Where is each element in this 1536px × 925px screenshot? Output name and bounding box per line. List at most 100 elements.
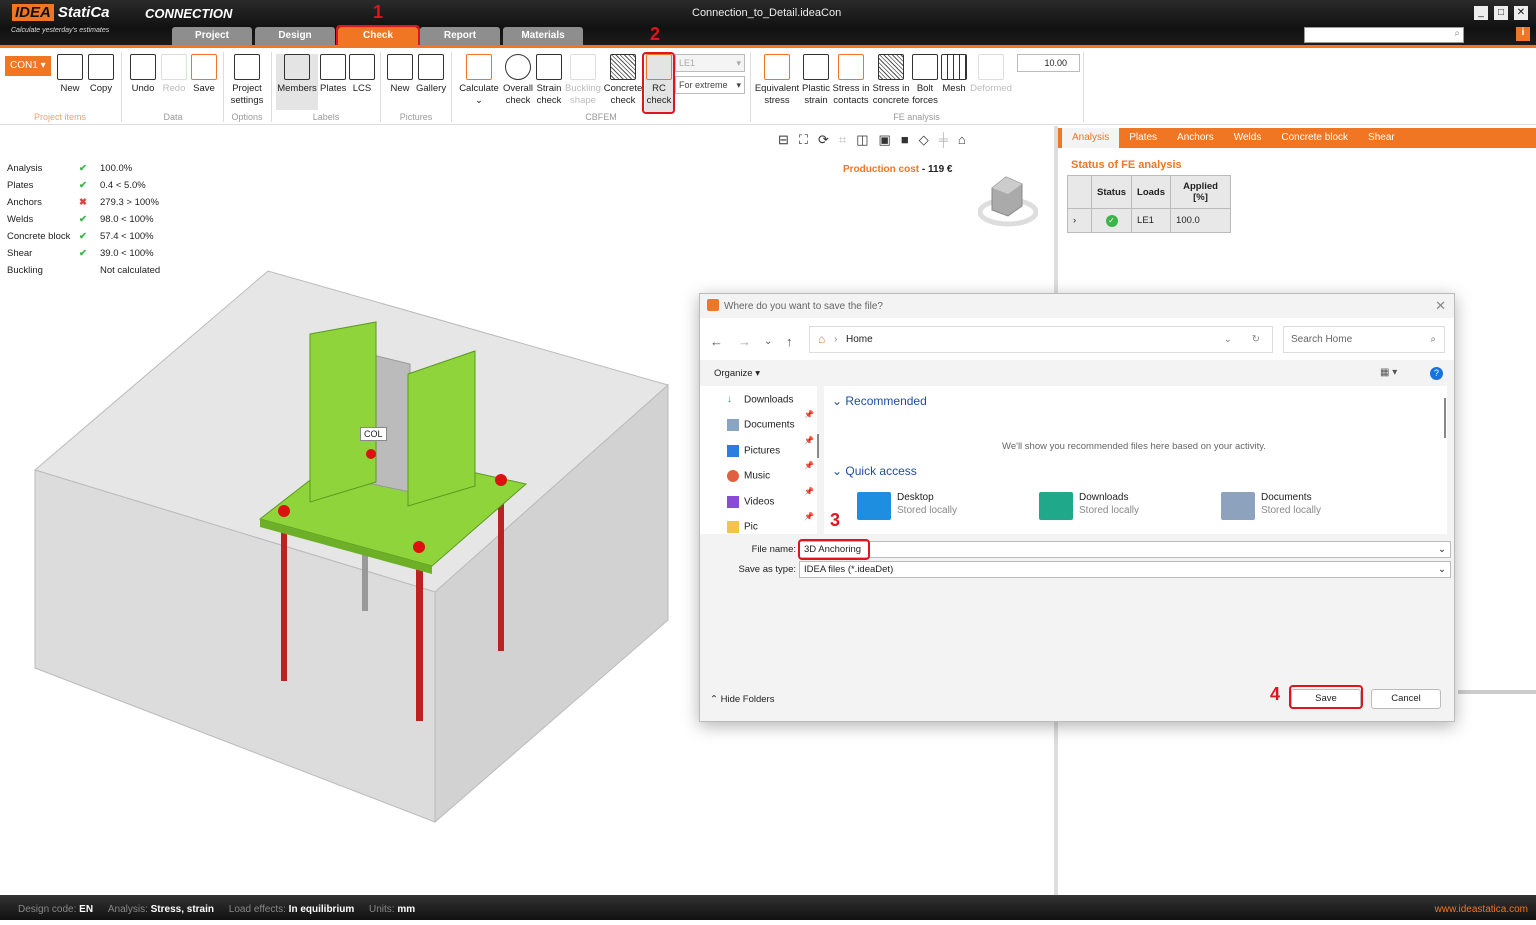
- tab-project[interactable]: Project: [172, 27, 252, 45]
- picture-icon: [727, 445, 739, 457]
- connection-selector[interactable]: CON1 ▾: [5, 56, 51, 76]
- new-item-button[interactable]: New: [57, 54, 83, 95]
- search-icon: ⌕: [1454, 28, 1460, 39]
- tab-anchors[interactable]: Anchors: [1167, 128, 1224, 148]
- status-bar: Design code: EN Analysis: Stress, strain…: [0, 895, 1536, 920]
- lcs-button[interactable]: LCS: [349, 54, 375, 95]
- stress-contacts-button[interactable]: Stress in contacts: [832, 54, 870, 107]
- save-icon: [191, 54, 217, 80]
- organize-button[interactable]: Organize ▾: [714, 368, 760, 379]
- nav-pic[interactable]: Pic: [727, 521, 758, 533]
- file-name-input[interactable]: 3D Anchoring ⌄: [799, 541, 1451, 558]
- recommended-header[interactable]: ⌄ Recommended: [832, 394, 927, 408]
- website-link[interactable]: www.ideastatica.com: [1435, 895, 1528, 925]
- members-button[interactable]: Members: [276, 54, 318, 110]
- tab-welds[interactable]: Welds: [1224, 128, 1272, 148]
- expand-icon[interactable]: ›: [1067, 208, 1092, 233]
- undo-button[interactable]: Undo: [129, 54, 157, 95]
- anchor-rod: [416, 546, 423, 721]
- search-home-input[interactable]: Search Home ⌕: [1283, 326, 1445, 353]
- picture-icon: [387, 54, 413, 80]
- scrollbar[interactable]: [1444, 398, 1446, 438]
- stress-concrete-button[interactable]: Stress in concrete: [871, 54, 911, 107]
- new-picture-button[interactable]: New: [387, 54, 413, 95]
- load-case-select[interactable]: LE1 ▾: [675, 54, 745, 72]
- concrete-check-button[interactable]: Concrete check: [603, 54, 643, 107]
- table-row[interactable]: › ✓ LE1 100.0: [1067, 208, 1232, 233]
- result-label: Analysis: [7, 163, 43, 174]
- hide-folders-button[interactable]: ⌃ Hide Folders: [710, 694, 774, 705]
- calculate-button[interactable]: Calculate ⌄: [457, 54, 501, 107]
- nav-music[interactable]: Music: [727, 470, 770, 482]
- save-type-select[interactable]: IDEA files (*.ideaDet) ⌄: [799, 561, 1451, 578]
- scrollbar[interactable]: [817, 434, 819, 458]
- nav-documents[interactable]: Documents: [727, 419, 795, 431]
- nav-downloads[interactable]: ↓ Downloads: [727, 394, 793, 406]
- pin-icon: 📌 📌 📌 📌 📌: [804, 410, 814, 521]
- tab-report[interactable]: Report: [420, 27, 500, 45]
- view-options-icon[interactable]: ▦ ▾: [1380, 367, 1397, 378]
- address-bar[interactable]: ⌂ › Home ⌄ ↻: [809, 326, 1273, 353]
- file-name-label: File name:: [751, 544, 796, 555]
- strain-check-button[interactable]: Strain check: [535, 54, 563, 107]
- folder-icon: [727, 521, 739, 533]
- deformed-button[interactable]: Deformed: [969, 54, 1013, 95]
- project-settings-button[interactable]: Project settings: [228, 54, 266, 107]
- highlight-3: [798, 539, 870, 560]
- help-icon[interactable]: ?: [1430, 367, 1443, 380]
- step-number-1: 1: [373, 2, 384, 22]
- copy-icon: [88, 54, 114, 80]
- deformed-icon: [978, 54, 1004, 80]
- info-icon[interactable]: i: [1516, 27, 1530, 41]
- tab-design[interactable]: Design: [255, 27, 335, 45]
- recent-dropdown-icon[interactable]: ⌄: [764, 336, 772, 347]
- close-button[interactable]: ✕: [1514, 6, 1528, 20]
- minimize-button[interactable]: _: [1474, 6, 1488, 20]
- refresh-icon[interactable]: ↻: [1252, 327, 1260, 352]
- highlight-4: [1289, 685, 1363, 709]
- close-icon[interactable]: ✕: [1435, 298, 1446, 314]
- units-value: mm: [397, 904, 416, 915]
- document-icon: [727, 419, 739, 431]
- tab-shear[interactable]: Shear: [1358, 128, 1405, 148]
- copy-button[interactable]: Copy: [88, 54, 114, 95]
- back-icon[interactable]: ←: [710, 334, 723, 349]
- step-number-4: 4: [1270, 684, 1281, 704]
- maximize-button[interactable]: □: [1494, 6, 1508, 20]
- gallery-button[interactable]: Gallery: [416, 54, 446, 95]
- mesh-icon: [941, 54, 967, 80]
- forward-icon[interactable]: →: [738, 334, 751, 349]
- strain-icon: [803, 54, 829, 80]
- extreme-select[interactable]: For extreme ▾: [675, 76, 745, 94]
- scale-stepper[interactable]: 10.00: [1017, 54, 1080, 72]
- desktop-folder-icon: [857, 492, 891, 520]
- up-icon[interactable]: ↑: [786, 334, 793, 349]
- save-button[interactable]: Save: [191, 54, 217, 95]
- nav-pictures[interactable]: Pictures: [727, 445, 780, 457]
- cancel-button[interactable]: Cancel: [1371, 689, 1441, 709]
- stress-icon: [764, 54, 790, 80]
- plastic-strain-button[interactable]: Plastic strain: [801, 54, 831, 107]
- plates-button[interactable]: Plates: [320, 54, 346, 95]
- overall-check-button[interactable]: Overall check: [502, 54, 534, 107]
- tab-analysis[interactable]: Analysis: [1062, 128, 1120, 148]
- equivalent-stress-button[interactable]: Equivalent stress: [754, 54, 800, 107]
- result-value: 100.0%: [100, 163, 133, 174]
- mesh-button[interactable]: Mesh: [940, 54, 968, 95]
- column-flange: [407, 350, 476, 507]
- quick-access-header[interactable]: ⌄ Quick access: [832, 464, 917, 478]
- group-label: CBFEM: [585, 112, 617, 122]
- tab-plates[interactable]: Plates: [1119, 128, 1167, 148]
- buckling-shape-button[interactable]: Buckling shape: [565, 54, 601, 107]
- redo-button[interactable]: Redo: [160, 54, 188, 95]
- splitter[interactable]: [1458, 690, 1536, 694]
- gear-icon: [234, 54, 260, 80]
- tab-materials[interactable]: Materials: [503, 27, 583, 45]
- tab-concrete-block[interactable]: Concrete block: [1271, 128, 1358, 148]
- anchor-rod: [498, 486, 504, 651]
- plate-icon: [320, 54, 346, 80]
- bolt-forces-button[interactable]: Bolt forces: [912, 54, 938, 107]
- new-icon: [57, 54, 83, 80]
- search-input[interactable]: ⌕: [1304, 27, 1464, 43]
- nav-videos[interactable]: Videos: [727, 496, 774, 508]
